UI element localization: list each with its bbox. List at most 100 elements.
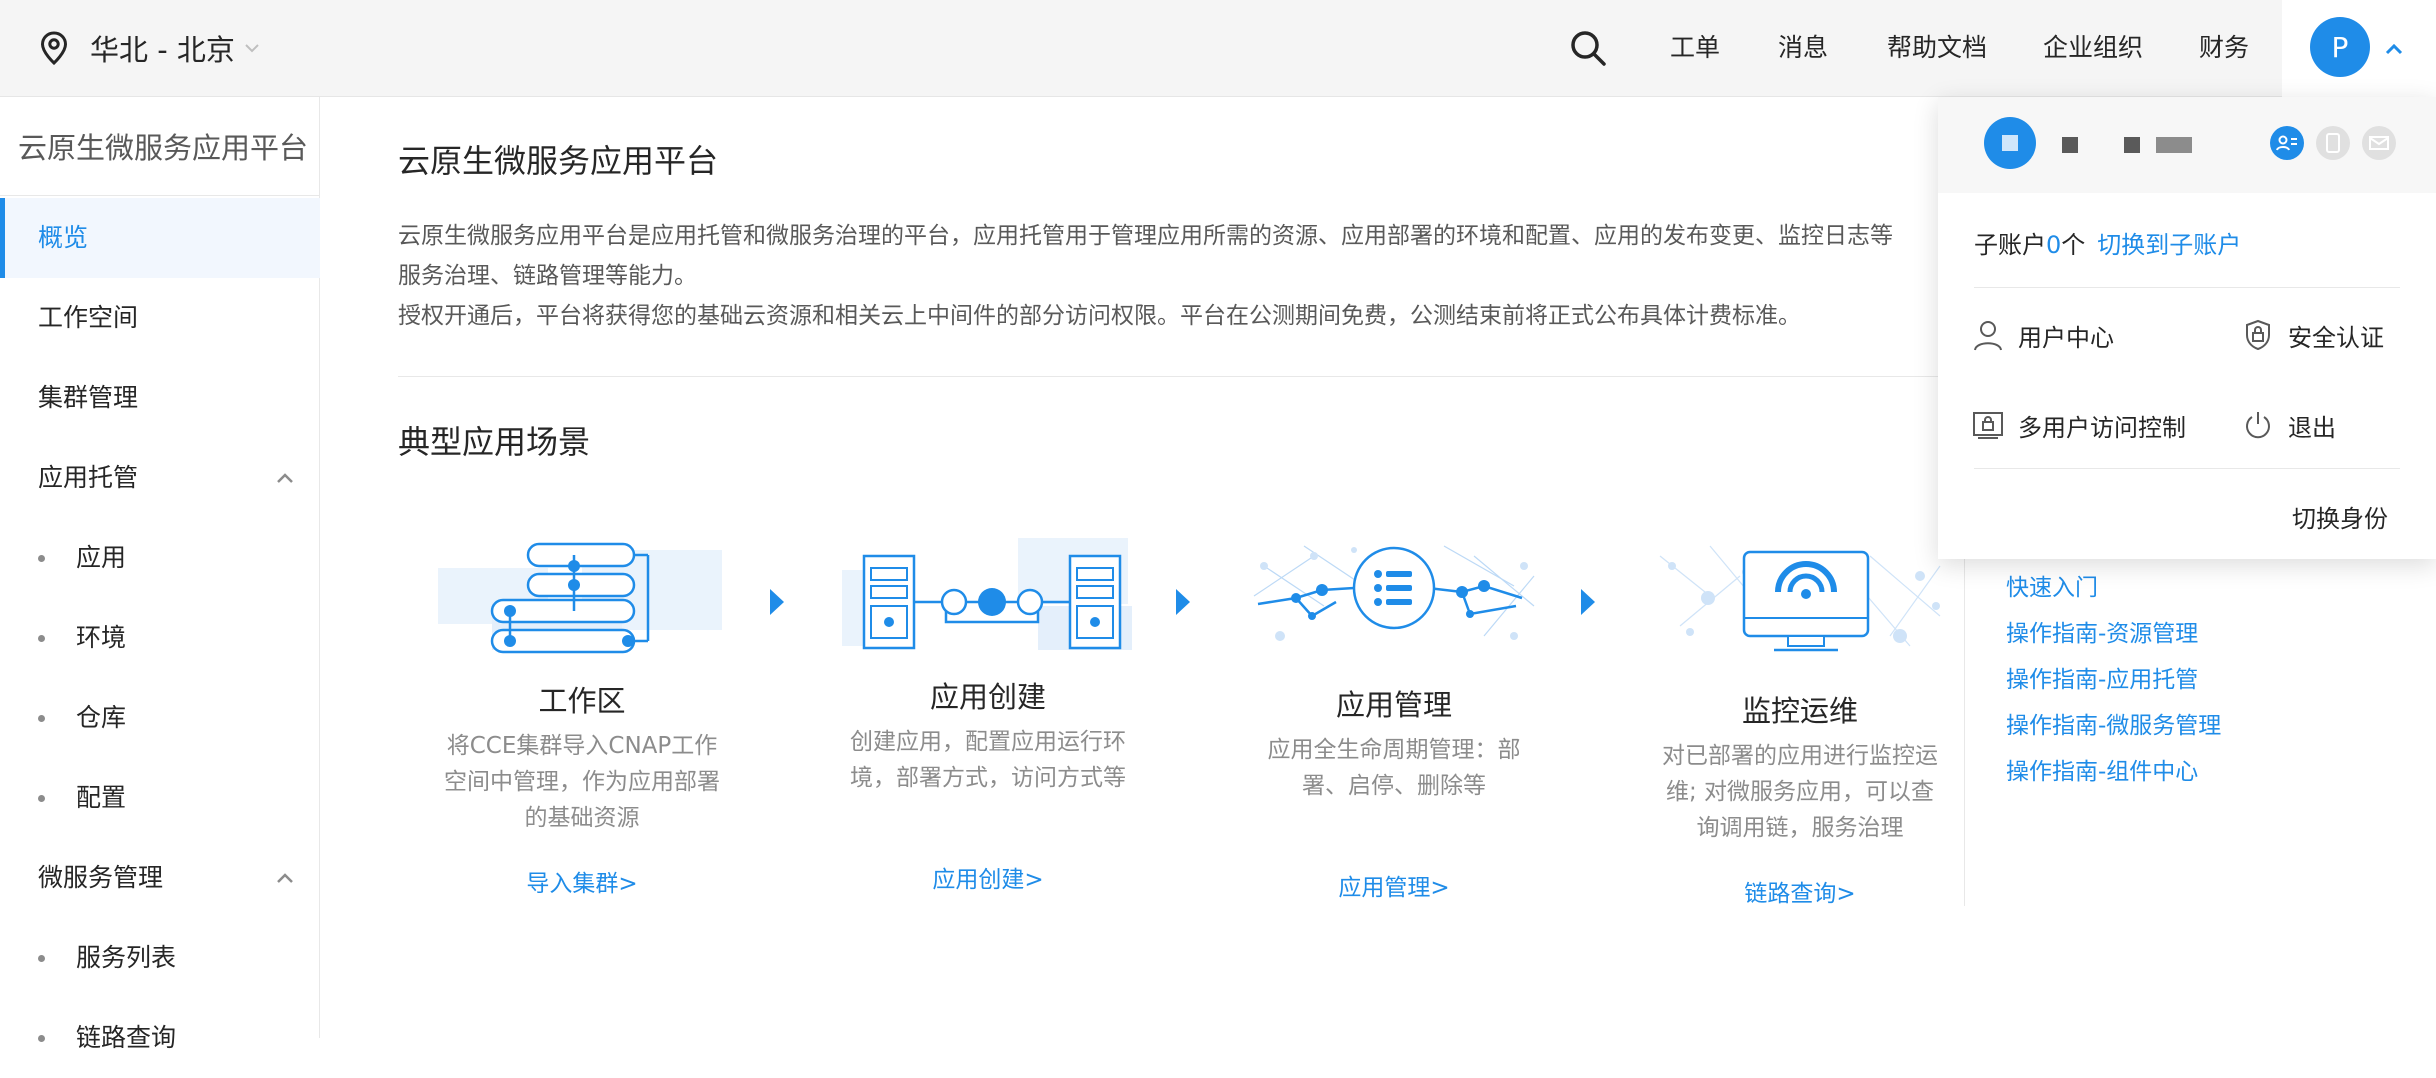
sidebar-sub-label: 环境 <box>76 623 127 652</box>
sidebar-item-config[interactable]: 配置 <box>0 758 320 838</box>
sidebar-group-microservice[interactable]: 微服务管理 <box>0 838 320 918</box>
workspace-illustration <box>438 542 722 654</box>
bullet-dot <box>38 1035 45 1042</box>
scenario-title: 应用创建 <box>929 680 1046 714</box>
nav-ticket[interactable]: 工单 <box>1670 28 1720 68</box>
flow-arrow-icon <box>1176 589 1190 615</box>
sidebar-item-repository[interactable]: 仓库 <box>0 678 320 758</box>
sidebar-item-service-list[interactable]: 服务列表 <box>0 918 320 998</box>
scenario-title: 应用管理 <box>1335 688 1452 722</box>
app-manage-link[interactable]: 应用管理> <box>1244 868 1544 902</box>
mail-icon[interactable] <box>2362 126 2396 160</box>
sidebar-title: 云原生微服务应用平台 <box>18 131 309 165</box>
sidebar-item-trace-query[interactable]: 链路查询 <box>0 998 320 1078</box>
guide-microservice-link[interactable]: 操作指南-微服务管理 <box>2006 706 2221 740</box>
access-control-item[interactable]: 多用户访问控制 <box>1970 405 2186 445</box>
menu-label: 用户中心 <box>2018 323 2114 352</box>
sub-account-count: 0 <box>2046 231 2062 259</box>
sidebar-sub-label: 配置 <box>76 783 127 812</box>
masked-name <box>2124 137 2140 153</box>
app-create-illustration <box>842 538 1132 650</box>
description-line: 云原生微服务应用平台是应用托管和微服务治理的平台，应用托管用于管理应用所需的资源… <box>398 223 1893 249</box>
scenario-desc-line: 空间中管理，作为应用部署 <box>444 769 720 795</box>
section-divider <box>398 376 1958 377</box>
sidebar: 云原生微服务应用平台 概览 工作空间 集群管理 应用托管 应用 环境 仓库 配置… <box>0 97 320 1052</box>
guide-component-link[interactable]: 操作指南-组件中心 <box>2006 752 2198 786</box>
app-create-link[interactable]: 应用创建> <box>838 860 1138 894</box>
user-center-item[interactable]: 用户中心 <box>1970 315 2114 355</box>
nav-messages[interactable]: 消息 <box>1778 28 1828 68</box>
scenario-desc-line: 境，部署方式，访问方式等 <box>850 765 1126 791</box>
sidebar-sub-label: 仓库 <box>76 703 127 732</box>
sidebar-item-workspace[interactable]: 工作空间 <box>0 278 320 358</box>
popup-divider <box>1974 287 2400 288</box>
quick-links-divider <box>1964 556 1965 906</box>
avatar <box>1984 117 2036 169</box>
scenario-desc-line: 对已部署的应用进行监控运 <box>1662 743 1938 769</box>
scenario-section-title: 典型应用场景 <box>398 423 591 461</box>
sidebar-group-label: 应用托管 <box>38 463 139 492</box>
bullet-dot <box>38 715 45 722</box>
security-auth-item[interactable]: 安全认证 <box>2240 315 2384 355</box>
scenario-desc-line: 维; 对微服务应用，可以查 <box>1665 779 1935 805</box>
id-card-icon[interactable] <box>2270 126 2304 160</box>
chevron-up-icon <box>277 873 293 883</box>
sidebar-item-overview[interactable]: 概览 <box>0 198 320 278</box>
search-icon[interactable] <box>1566 26 1610 70</box>
scenario-desc-line: 的基础资源 <box>524 805 640 831</box>
top-bar: 华北 - 北京 工单 消息 帮助文档 企业组织 财务 P <box>0 0 2436 97</box>
switch-sub-account-link[interactable]: 切换到子账户 <box>2097 231 2241 259</box>
guide-app-hosting-link[interactable]: 操作指南-应用托管 <box>2006 660 2198 694</box>
sidebar-item-cluster[interactable]: 集群管理 <box>0 358 320 438</box>
masked-name <box>2062 137 2078 153</box>
bullet-dot <box>38 555 45 562</box>
nav-organization[interactable]: 企业组织 <box>2043 28 2143 68</box>
switch-identity-button[interactable]: 切换身份 <box>2292 499 2388 534</box>
user-icon <box>1970 317 2006 353</box>
menu-label: 多用户访问控制 <box>2018 413 2186 442</box>
app-manage-illustration <box>1253 545 1535 641</box>
scenario-desc-line: 应用全生命周期管理：部 <box>1267 737 1521 763</box>
scenario-card-app-create: 应用创建 创建应用，配置应用运行环 境，部署方式，访问方式等 应用创建> <box>838 526 1138 906</box>
scenario-title: 监控运维 <box>1741 694 1858 728</box>
sidebar-divider <box>0 195 320 196</box>
trace-query-link[interactable]: 链路查询> <box>1650 874 1950 908</box>
import-cluster-link[interactable]: 导入集群> <box>432 864 732 898</box>
sub-account-label: 子账户 <box>1974 231 2046 259</box>
shield-lock-icon <box>2240 317 2276 353</box>
guide-resource-link[interactable]: 操作指南-资源管理 <box>2006 614 2198 648</box>
sidebar-sub-label: 服务列表 <box>76 943 177 972</box>
scenario-card-app-manage: 应用管理 应用全生命周期管理：部 署、启停、删除等 应用管理> <box>1244 526 1544 906</box>
flow-arrow-icon <box>770 589 784 615</box>
scenario-desc: 应用全生命周期管理：部 署、启停、删除等 <box>1244 732 1544 804</box>
description-line: 授权开通后，平台将获得您的基础云资源和相关云上中间件的部分访问权限。平台在公测期… <box>398 303 1801 329</box>
chevron-up-icon[interactable] <box>2383 38 2405 60</box>
account-dropdown: 子账户0个 切换到子账户 用户中心 安全认证 多用户访问控制 退出 切换身份 <box>1938 97 2436 559</box>
popup-divider <box>1974 468 2400 469</box>
bullet-dot <box>38 955 45 962</box>
flow-arrow-icon <box>1581 589 1595 615</box>
scenario-card-monitoring: 监控运维 对已部署的应用进行监控运 维; 对微服务应用，可以查 询调用链，服务治… <box>1650 526 1950 908</box>
logout-item[interactable]: 退出 <box>2240 405 2336 445</box>
scenario-desc-line: 创建应用，配置应用运行环 <box>850 729 1126 755</box>
power-icon <box>2240 407 2276 443</box>
scenario-title: 工作区 <box>538 684 626 718</box>
page-description: 云原生微服务应用平台是应用托管和微服务治理的平台，应用托管用于管理应用所需的资源… <box>398 216 1893 336</box>
sidebar-item-environment[interactable]: 环境 <box>0 598 320 678</box>
menu-label: 退出 <box>2288 413 2336 442</box>
sidebar-group-app-hosting[interactable]: 应用托管 <box>0 438 320 518</box>
scenario-desc-line: 署、启停、删除等 <box>1302 773 1486 799</box>
region-selector[interactable]: 华北 - 北京 <box>36 28 261 68</box>
bullet-dot <box>38 635 45 642</box>
description-line: 服务治理、链路管理等能力。 <box>398 263 697 289</box>
monitoring-illustration <box>1659 545 1941 652</box>
sub-account-info: 子账户0个 切换到子账户 <box>1974 225 2241 260</box>
phone-icon[interactable] <box>2316 126 2350 160</box>
nav-help-docs[interactable]: 帮助文档 <box>1887 28 1987 68</box>
scenario-desc: 对已部署的应用进行监控运 维; 对微服务应用，可以查 询调用链，服务治理 <box>1650 738 1950 846</box>
sidebar-item-app[interactable]: 应用 <box>0 518 320 598</box>
sidebar-group-label: 微服务管理 <box>38 863 164 892</box>
nav-finance[interactable]: 财务 <box>2199 28 2249 68</box>
avatar[interactable]: P <box>2310 17 2370 77</box>
quick-start-link[interactable]: 快速入门 <box>2006 568 2098 602</box>
